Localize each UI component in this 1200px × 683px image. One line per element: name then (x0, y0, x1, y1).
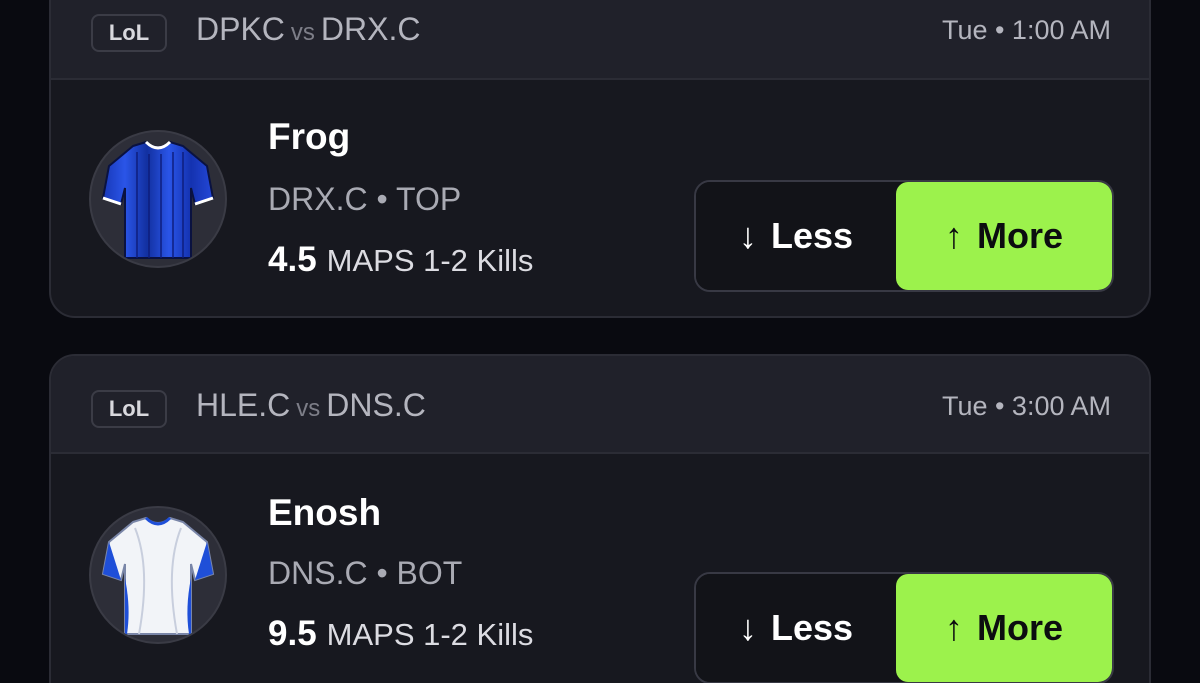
arrow-up-icon: ↑ (944, 607, 963, 648)
pick-toggle: ↓ Less ↑ More (694, 180, 1114, 292)
match-header: LoL DPKC vs DRX.C Tue • 1:00 AM (51, 0, 1149, 80)
stat-label: MAPS 1-2 Kills (326, 617, 534, 652)
white-blue-jersey-icon (89, 506, 227, 644)
more-label: More (976, 607, 1063, 648)
team-a: DPKC (196, 11, 285, 47)
match-header: LoL HLE.C vs DNS.C Tue • 3:00 AM (51, 356, 1149, 454)
more-button[interactable]: ↑ More (896, 182, 1112, 290)
league-badge: LoL (91, 14, 167, 52)
player-projection: Enosh DNS.C • BOT 9.5 MAPS 1-2 Kills ↓ Le… (51, 454, 1149, 683)
stat-label: MAPS 1-2 Kills (326, 243, 534, 278)
matchup: HLE.C vs DNS.C (196, 386, 426, 428)
player-projection: Frog DRX.C • TOP 4.5 MAPS 1-2 Kills ↓ Les… (51, 80, 1149, 316)
game-time: Tue • 1:00 AM (941, 15, 1111, 45)
projection-card[interactable]: LoL DPKC vs DRX.C Tue • 1:00 AM Frog DRX… (49, 0, 1151, 318)
stat-line: 4.5 MAPS 1-2 Kills (268, 240, 533, 280)
game-time: Tue • 3:00 AM (941, 391, 1111, 421)
player-name: Enosh (268, 492, 382, 533)
vs-label: vs (296, 395, 321, 422)
line-value: 9.5 (268, 614, 317, 653)
blue-jersey-icon (89, 130, 227, 268)
team-position: DRX.C • TOP (268, 181, 462, 217)
projection-card[interactable]: LoL HLE.C vs DNS.C Tue • 3:00 AM Enosh D… (49, 354, 1151, 683)
less-label: Less (770, 607, 854, 648)
vs-label: vs (290, 19, 315, 46)
less-button[interactable]: ↓ Less (696, 182, 896, 290)
team-b: DRX.C (320, 11, 421, 47)
team-a: HLE.C (196, 387, 291, 423)
player-name: Frog (268, 116, 351, 157)
team-b: DNS.C (326, 387, 426, 423)
line-value: 4.5 (268, 240, 317, 279)
less-label: Less (770, 215, 854, 256)
stat-line: 9.5 MAPS 1-2 Kills (268, 614, 533, 654)
team-position: DNS.C • BOT (268, 555, 463, 591)
less-button[interactable]: ↓ Less (696, 574, 896, 682)
league-badge: LoL (91, 390, 167, 428)
matchup: DPKC vs DRX.C (196, 10, 420, 52)
arrow-down-icon: ↓ (738, 215, 757, 256)
more-label: More (976, 215, 1063, 256)
arrow-down-icon: ↓ (738, 607, 757, 648)
pick-toggle: ↓ Less ↑ More (694, 572, 1114, 683)
projection-feed: LoL DPKC vs DRX.C Tue • 1:00 AM Frog DRX… (0, 0, 1200, 683)
more-button[interactable]: ↑ More (896, 574, 1112, 682)
arrow-up-icon: ↑ (944, 215, 963, 256)
